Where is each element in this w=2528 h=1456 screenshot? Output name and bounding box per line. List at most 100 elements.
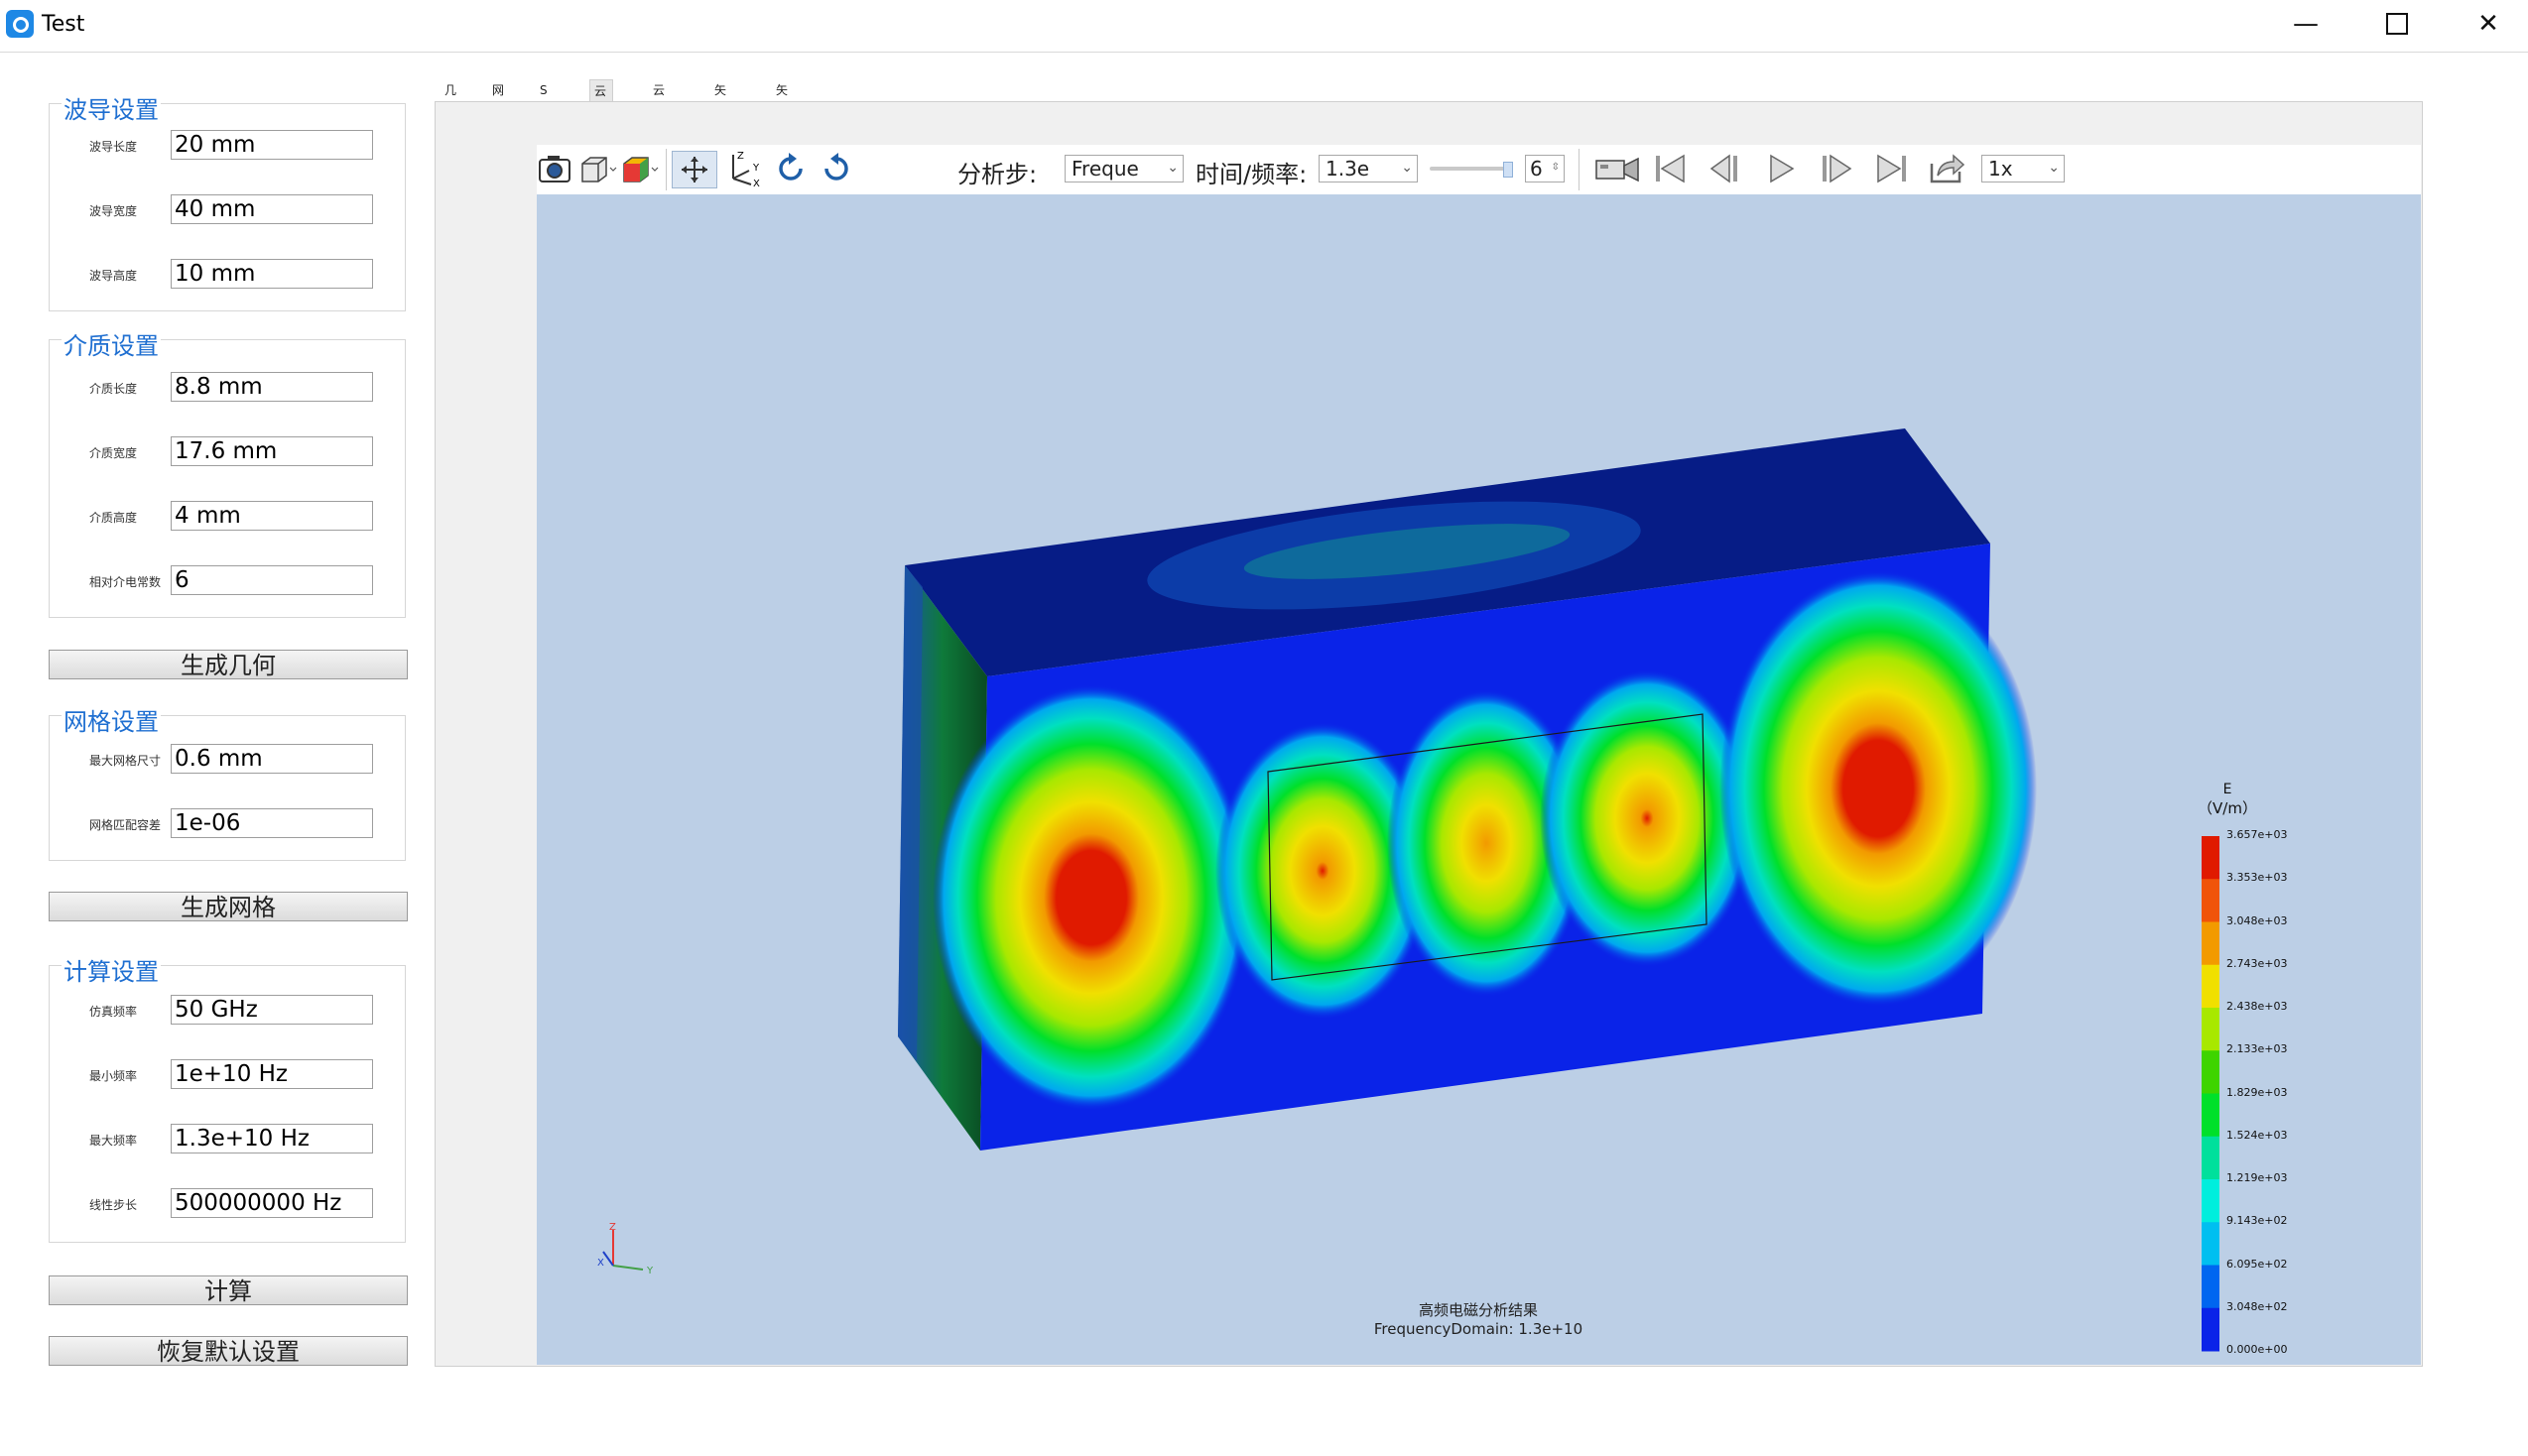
max-mesh-size-input[interactable]: [171, 744, 373, 774]
generate-mesh-button[interactable]: 生成网格: [49, 892, 408, 921]
legend-swatch: [2202, 1008, 2219, 1051]
skip-first-icon: [1656, 154, 1685, 183]
tab-vector-e[interactable]: 矢量_E: [710, 79, 732, 141]
tab-s-parameters[interactable]: S参数: [536, 79, 556, 141]
mesh-tolerance-input[interactable]: [171, 808, 373, 838]
rotate-back-icon: [824, 153, 848, 181]
sim-frequency-label: 仿真频率: [89, 1005, 138, 1019]
camera-icon: [539, 156, 570, 182]
time-frequency-select[interactable]: 1.3e ⌄: [1319, 155, 1418, 182]
export-button[interactable]: [1926, 151, 1969, 186]
tab-contour-h[interactable]: 云图_H: [649, 79, 672, 141]
time-frequency-label: 时间/频率:: [1196, 161, 1308, 188]
max-frequency-input[interactable]: [171, 1124, 373, 1153]
chevron-down-icon: ⌄: [1401, 160, 1413, 176]
step-back-icon: [1709, 154, 1737, 183]
waveguide-length-input[interactable]: [171, 130, 373, 160]
legend-swatch: [2202, 1307, 2219, 1352]
waveguide-width-label: 波导宽度: [89, 204, 138, 218]
legend-label: 1.829e+03: [2226, 1085, 2288, 1099]
rotate-ccw-button[interactable]: [817, 151, 856, 186]
legend-label: 3.353e+03: [2226, 871, 2288, 885]
sim-frequency-input[interactable]: [171, 995, 373, 1025]
color-cube-icon: [623, 157, 659, 182]
chevron-down-icon: ⌄: [2048, 160, 2060, 176]
restore-defaults-button[interactable]: 恢复默认设置: [49, 1336, 408, 1366]
axes-view-button[interactable]: ZYX: [721, 151, 765, 188]
axes-icon: ZYX: [732, 151, 760, 188]
maximize-button[interactable]: [2367, 4, 2427, 44]
title-bar: Test — ✕: [0, 0, 2528, 53]
export-icon: [1930, 154, 1965, 183]
analysis-step-select[interactable]: Freque ⌄: [1065, 155, 1184, 182]
svg-text:Y: Y: [646, 1266, 654, 1276]
dielectric-width-input[interactable]: [171, 436, 373, 466]
waveguide-width-input[interactable]: [171, 194, 373, 224]
max-frequency-label: 最大频率: [89, 1134, 138, 1148]
min-frequency-input[interactable]: [171, 1059, 373, 1089]
frame-slider[interactable]: [1430, 162, 1513, 178]
minimize-icon: —: [2293, 9, 2319, 39]
last-frame-button[interactable]: [1872, 151, 1912, 186]
tab-contour-e[interactable]: 云图_E: [589, 79, 613, 142]
toolbar-separator: [1579, 149, 1580, 190]
minimize-button[interactable]: —: [2276, 4, 2336, 44]
record-button[interactable]: [1594, 151, 1642, 186]
dielectric-height-input[interactable]: [171, 501, 373, 531]
waveguide-settings-group: 波导设置 波导长度 波导宽度 波导高度: [49, 90, 406, 311]
legend-label: 1.524e+03: [2226, 1128, 2288, 1142]
field-lobe-right: [1719, 570, 2037, 1007]
compute-settings-group: 计算设置 仿真频率 最小频率 最大频率 线性步长: [49, 952, 406, 1243]
legend-swatch: [2202, 1050, 2219, 1094]
tab-mesh[interactable]: 网格: [488, 79, 508, 119]
legend-label: 1.219e+03: [2226, 1171, 2288, 1184]
legend-unit: （V/m）: [2198, 799, 2257, 817]
linear-step-input[interactable]: [171, 1188, 373, 1218]
dielectric-height-label: 介质高度: [89, 511, 138, 525]
dielectric-length-input[interactable]: [171, 372, 373, 402]
skip-last-icon: [1877, 154, 1906, 183]
tab-vector-h[interactable]: 矢量_H: [772, 79, 795, 141]
play-button[interactable]: [1761, 151, 1801, 186]
close-button[interactable]: ✕: [2459, 4, 2518, 44]
svg-text:Z: Z: [737, 151, 744, 162]
waveguide-height-label: 波导高度: [89, 269, 138, 283]
compute-button[interactable]: 计算: [49, 1275, 408, 1305]
waveguide-height-input[interactable]: [171, 259, 373, 289]
min-frequency-label: 最小频率: [89, 1069, 138, 1083]
svg-text:Y: Y: [752, 163, 760, 174]
analysis-step-value: Freque: [1072, 157, 1139, 181]
viewer-toolbar: ZYX 分析步: Freque ⌄ 时间/频率: 1.3e ⌄ 6 ⇳ 1x ⌄: [537, 145, 2421, 194]
first-frame-button[interactable]: [1650, 151, 1690, 186]
screenshot-button[interactable]: [537, 151, 572, 186]
rotate-cw-button[interactable]: [771, 151, 811, 186]
legend-swatch: [2202, 836, 2219, 880]
time-frequency-value: 1.3e: [1326, 157, 1370, 181]
field-plot[interactable]: Z Y X: [537, 194, 2421, 1365]
rotate-icon: [779, 153, 803, 181]
generate-geometry-button[interactable]: 生成几何: [49, 650, 408, 679]
speed-value: 1x: [1988, 157, 2013, 181]
video-camera-icon: [1595, 157, 1639, 182]
result-caption-domain: FrequencyDomain: 1.3e+10: [1373, 1320, 1583, 1338]
tab-geometry[interactable]: 几何: [441, 79, 460, 119]
render-mode-button[interactable]: [620, 151, 660, 186]
max-mesh-size-label: 最大网格尺寸: [89, 754, 162, 768]
pan-button[interactable]: [672, 151, 717, 188]
permittivity-input[interactable]: [171, 565, 373, 595]
frame-spinbox-value: 6: [1530, 157, 1543, 181]
slider-handle[interactable]: [1503, 162, 1513, 178]
dielectric-length-label: 介质长度: [89, 382, 138, 396]
view-cube-button[interactable]: [578, 151, 618, 186]
app-icon: [6, 10, 34, 38]
mesh-settings-title: 网格设置: [62, 702, 161, 737]
speed-select[interactable]: 1x ⌄: [1981, 155, 2065, 182]
field-lobe-left: [933, 684, 1250, 1111]
legend-title: E: [2222, 782, 2232, 797]
analysis-step-label: 分析步:: [957, 161, 1038, 188]
previous-frame-button[interactable]: [1706, 151, 1745, 186]
next-frame-button[interactable]: [1817, 151, 1856, 186]
chevron-down-icon: ⌄: [1167, 160, 1179, 176]
frame-spinbox[interactable]: 6 ⇳: [1525, 155, 1565, 182]
window-title: Test: [42, 12, 85, 37]
